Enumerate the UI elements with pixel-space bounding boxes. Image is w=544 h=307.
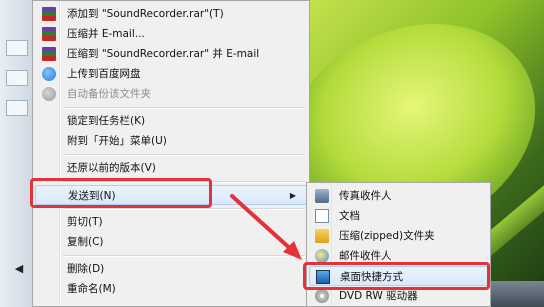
menu-item-pin-start[interactable]: 附到「开始」菜单(U) bbox=[35, 131, 307, 151]
menu-item-label: 剪切(T) bbox=[67, 216, 103, 228]
menu-item-label: 附到「开始」菜单(U) bbox=[67, 135, 167, 147]
mail-icon bbox=[315, 249, 329, 263]
menu-separator bbox=[63, 208, 305, 210]
menu-item-label: 上传到百度网盘 bbox=[67, 68, 141, 80]
menu-item-label: 还原以前的版本(V) bbox=[67, 162, 156, 174]
nav-item[interactable] bbox=[6, 40, 28, 56]
submenu-item-label: 压缩(zipped)文件夹 bbox=[339, 230, 435, 242]
zip-folder-icon bbox=[315, 229, 329, 243]
menu-item-label: 压缩到 "SoundRecorder.rar" 并 E-mail bbox=[67, 48, 260, 60]
menu-item-auto-backup: 自动备份该文件夹 bbox=[35, 84, 307, 104]
nav-item[interactable] bbox=[6, 100, 28, 116]
menu-item-restore-versions[interactable]: 还原以前的版本(V) bbox=[35, 158, 307, 178]
document-icon bbox=[315, 209, 329, 223]
winrar-icon bbox=[42, 47, 56, 61]
menu-item-copy[interactable]: 复制(C) bbox=[35, 232, 307, 252]
nav-item[interactable] bbox=[6, 70, 28, 86]
menu-item-label: 复制(C) bbox=[67, 236, 104, 248]
menu-item-label: 锁定到任务栏(K) bbox=[67, 115, 146, 127]
explorer-nav-strip: ◀ bbox=[0, 0, 33, 307]
submenu-item-label: DVD RW 驱动器 bbox=[339, 290, 418, 302]
menu-item-compress-to-rar-email[interactable]: 压缩到 "SoundRecorder.rar" 并 E-mail bbox=[35, 44, 307, 64]
scroll-left-arrow-icon[interactable]: ◀ bbox=[12, 262, 26, 276]
submenu-item-zip-folder[interactable]: 压缩(zipped)文件夹 bbox=[309, 226, 488, 246]
submenu-arrow-icon: ▶ bbox=[289, 191, 296, 200]
menu-item-rename[interactable]: 重命名(M) bbox=[35, 279, 307, 299]
menu-item-label: 压缩并 E-mail... bbox=[67, 28, 145, 40]
menu-item-label: 自动备份该文件夹 bbox=[67, 88, 151, 100]
baidu-cloud-icon bbox=[42, 67, 56, 81]
menu-separator bbox=[63, 107, 305, 109]
menu-separator bbox=[63, 154, 305, 156]
submenu-item-documents[interactable]: 文档 bbox=[309, 206, 488, 226]
menu-item-cut[interactable]: 剪切(T) bbox=[35, 212, 307, 232]
winrar-icon bbox=[42, 7, 56, 21]
menu-item-label: 重命名(M) bbox=[67, 283, 116, 295]
menu-item-compress-email[interactable]: 压缩并 E-mail... bbox=[35, 24, 307, 44]
context-menu: 添加到 "SoundRecorder.rar"(T) 压缩并 E-mail...… bbox=[32, 0, 310, 307]
menu-separator bbox=[63, 255, 305, 257]
menu-item-delete[interactable]: 删除(D) bbox=[35, 259, 307, 279]
fax-icon bbox=[315, 189, 329, 203]
baidu-backup-icon bbox=[42, 87, 56, 101]
submenu-item-label: 传真收件人 bbox=[339, 190, 392, 202]
menu-item-pin-taskbar[interactable]: 锁定到任务栏(K) bbox=[35, 111, 307, 131]
submenu-item-label: 邮件收件人 bbox=[339, 250, 392, 262]
highlight-desktop-shortcut bbox=[303, 262, 490, 290]
menu-item-upload-baidu[interactable]: 上传到百度网盘 bbox=[35, 64, 307, 84]
dvd-icon bbox=[315, 289, 329, 303]
menu-item-label: 删除(D) bbox=[67, 263, 105, 275]
highlight-send-to bbox=[30, 178, 212, 208]
winrar-icon bbox=[42, 27, 56, 41]
menu-item-add-to-rar[interactable]: 添加到 "SoundRecorder.rar"(T) bbox=[35, 4, 307, 24]
submenu-item-label: 文档 bbox=[339, 210, 360, 222]
menu-item-label: 添加到 "SoundRecorder.rar"(T) bbox=[67, 8, 224, 20]
submenu-item-fax[interactable]: 传真收件人 bbox=[309, 186, 488, 206]
